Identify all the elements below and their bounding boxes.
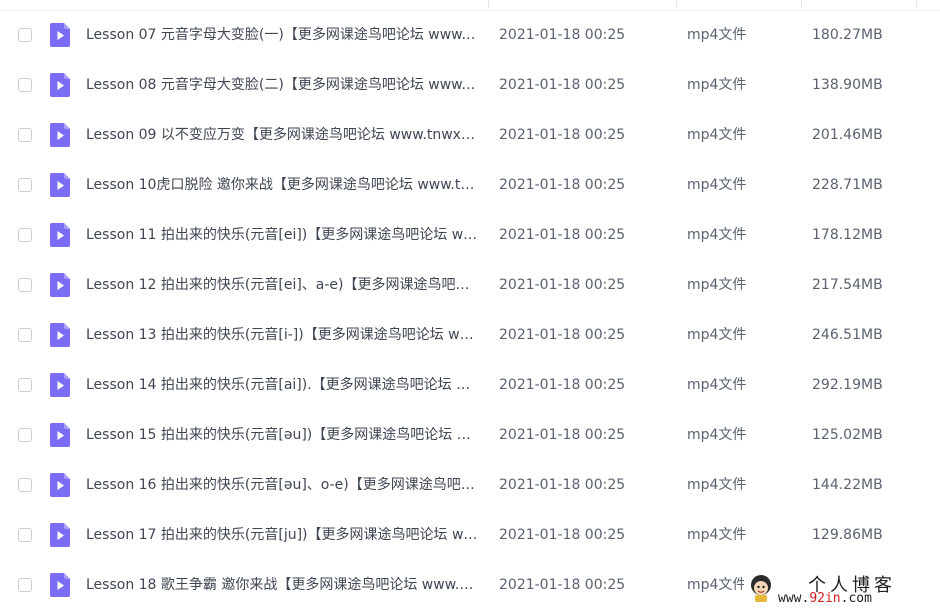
file-type: mp4文件 <box>687 477 747 493</box>
file-row[interactable]: Lesson 14 拍出来的快乐(元音[ai]).【更多网课途鸟吧论坛 www.… <box>0 360 940 410</box>
file-type: mp4文件 <box>687 377 747 393</box>
file-type: mp4文件 <box>687 277 747 293</box>
video-file-icon <box>50 323 70 347</box>
row-checkbox[interactable] <box>18 28 32 42</box>
file-list-page: Lesson 07 元音字母大变脸(一)【更多网课途鸟吧论坛 www.tnwxb… <box>0 0 940 609</box>
video-file-icon <box>50 73 70 97</box>
file-size: 138.90MB <box>812 77 883 93</box>
file-modified-time: 2021-01-18 00:25 <box>499 577 626 593</box>
file-list: Lesson 07 元音字母大变脸(一)【更多网课途鸟吧论坛 www.tnwxb… <box>0 10 940 609</box>
row-checkbox[interactable] <box>18 528 32 542</box>
row-checkbox[interactable] <box>18 428 32 442</box>
file-type: mp4文件 <box>687 227 747 243</box>
file-row[interactable]: Lesson 10虎口脱险 邀你来战【更多网课途鸟吧论坛 www.tnwxb.c… <box>0 160 940 210</box>
row-checkbox[interactable] <box>18 378 32 392</box>
file-name[interactable]: Lesson 15 拍出来的快乐(元音[əu])【更多网课途鸟吧论坛 www.t… <box>86 425 478 445</box>
watermark: 个人博客 www.92in.com <box>744 569 940 609</box>
video-file-icon <box>50 473 70 497</box>
file-row[interactable]: Lesson 13 拍出来的快乐(元音[i-])【更多网课途鸟吧论坛 www.t… <box>0 310 940 360</box>
file-type: mp4文件 <box>687 77 747 93</box>
file-type: mp4文件 <box>687 27 747 43</box>
file-size: 217.54MB <box>812 277 883 293</box>
file-name[interactable]: Lesson 07 元音字母大变脸(一)【更多网课途鸟吧论坛 www.tnwxb… <box>86 25 478 45</box>
row-checkbox[interactable] <box>18 78 32 92</box>
file-name[interactable]: Lesson 14 拍出来的快乐(元音[ai]).【更多网课途鸟吧论坛 www.… <box>86 375 478 395</box>
column-divider[interactable] <box>801 0 802 8</box>
row-checkbox[interactable] <box>18 328 32 342</box>
file-type: mp4文件 <box>687 127 747 143</box>
video-file-icon <box>50 523 70 547</box>
file-row[interactable]: Lesson 07 元音字母大变脸(一)【更多网课途鸟吧论坛 www.tnwxb… <box>0 10 940 60</box>
file-size: 180.27MB <box>812 27 883 43</box>
watermark-url: www.92in.com <box>778 591 872 606</box>
file-row[interactable]: Lesson 15 拍出来的快乐(元音[əu])【更多网课途鸟吧论坛 www.t… <box>0 410 940 460</box>
column-divider[interactable] <box>676 0 677 8</box>
file-modified-time: 2021-01-18 00:25 <box>499 277 626 293</box>
file-size: 125.02MB <box>812 427 883 443</box>
file-modified-time: 2021-01-18 00:25 <box>499 527 626 543</box>
file-modified-time: 2021-01-18 00:25 <box>499 77 626 93</box>
file-name[interactable]: Lesson 16 拍出来的快乐(元音[əu]、o-e)【更多网课途鸟吧论坛 w… <box>86 475 478 495</box>
file-row[interactable]: Lesson 11 拍出来的快乐(元音[ei])【更多网课途鸟吧论坛 www.t… <box>0 210 940 260</box>
file-size: 292.19MB <box>812 377 883 393</box>
file-size: 246.51MB <box>812 327 883 343</box>
file-row[interactable]: Lesson 08 元音字母大变脸(二)【更多网课途鸟吧论坛 www.tnwxb… <box>0 60 940 110</box>
video-file-icon <box>50 373 70 397</box>
video-file-icon <box>50 223 70 247</box>
row-checkbox[interactable] <box>18 128 32 142</box>
file-modified-time: 2021-01-18 00:25 <box>499 477 626 493</box>
video-file-icon <box>50 123 70 147</box>
file-modified-time: 2021-01-18 00:25 <box>499 427 626 443</box>
row-checkbox[interactable] <box>18 178 32 192</box>
file-size: 228.71MB <box>812 177 883 193</box>
file-row[interactable]: Lesson 09 以不变应万变【更多网课途鸟吧论坛 www.tnwxb.com… <box>0 110 940 160</box>
row-checkbox[interactable] <box>18 228 32 242</box>
file-type: mp4文件 <box>687 577 747 593</box>
file-name[interactable]: Lesson 17 拍出来的快乐(元音[ju])【更多网课途鸟吧论坛 www.t… <box>86 525 478 545</box>
watermark-url-highlight: 92in <box>809 591 841 606</box>
file-row[interactable]: Lesson 17 拍出来的快乐(元音[ju])【更多网课途鸟吧论坛 www.t… <box>0 510 940 560</box>
file-row[interactable]: Lesson 16 拍出来的快乐(元音[əu]、o-e)【更多网课途鸟吧论坛 w… <box>0 460 940 510</box>
file-size: 201.46MB <box>812 127 883 143</box>
row-checkbox[interactable] <box>18 278 32 292</box>
file-type: mp4文件 <box>687 527 747 543</box>
video-file-icon <box>50 573 70 597</box>
file-name[interactable]: Lesson 13 拍出来的快乐(元音[i-])【更多网课途鸟吧论坛 www.t… <box>86 325 478 345</box>
column-divider[interactable] <box>916 0 917 8</box>
row-checkbox[interactable] <box>18 478 32 492</box>
video-file-icon <box>50 423 70 447</box>
file-modified-time: 2021-01-18 00:25 <box>499 127 626 143</box>
file-type: mp4文件 <box>687 427 747 443</box>
file-name[interactable]: Lesson 11 拍出来的快乐(元音[ei])【更多网课途鸟吧论坛 www.t… <box>86 225 478 245</box>
file-name[interactable]: Lesson 10虎口脱险 邀你来战【更多网课途鸟吧论坛 www.tnwxb.c… <box>86 175 478 195</box>
file-name[interactable]: Lesson 12 拍出来的快乐(元音[ei]、a-e)【更多网课途鸟吧论坛 w… <box>86 275 478 295</box>
file-modified-time: 2021-01-18 00:25 <box>499 327 626 343</box>
video-file-icon <box>50 23 70 47</box>
file-type: mp4文件 <box>687 177 747 193</box>
file-size: 129.86MB <box>812 527 883 543</box>
file-name[interactable]: Lesson 18 歌王争霸 邀你来战【更多网课途鸟吧论坛 www.tnwxb.… <box>86 575 478 595</box>
file-size: 178.12MB <box>812 227 883 243</box>
video-file-icon <box>50 273 70 297</box>
watermark-url-prefix: www. <box>778 591 810 606</box>
file-type: mp4文件 <box>687 327 747 343</box>
column-divider[interactable] <box>488 0 489 8</box>
file-size: 144.22MB <box>812 477 883 493</box>
file-row[interactable]: Lesson 12 拍出来的快乐(元音[ei]、a-e)【更多网课途鸟吧论坛 w… <box>0 260 940 310</box>
file-name[interactable]: Lesson 08 元音字母大变脸(二)【更多网课途鸟吧论坛 www.tnwxb… <box>86 75 478 95</box>
file-modified-time: 2021-01-18 00:25 <box>499 27 626 43</box>
watermark-url-suffix: .com <box>840 591 872 606</box>
file-name[interactable]: Lesson 09 以不变应万变【更多网课途鸟吧论坛 www.tnwxb.com… <box>86 125 478 145</box>
file-modified-time: 2021-01-18 00:25 <box>499 227 626 243</box>
file-modified-time: 2021-01-18 00:25 <box>499 377 626 393</box>
file-modified-time: 2021-01-18 00:25 <box>499 177 626 193</box>
row-checkbox[interactable] <box>18 578 32 592</box>
video-file-icon <box>50 173 70 197</box>
cartoon-avatar-logo <box>751 575 771 602</box>
